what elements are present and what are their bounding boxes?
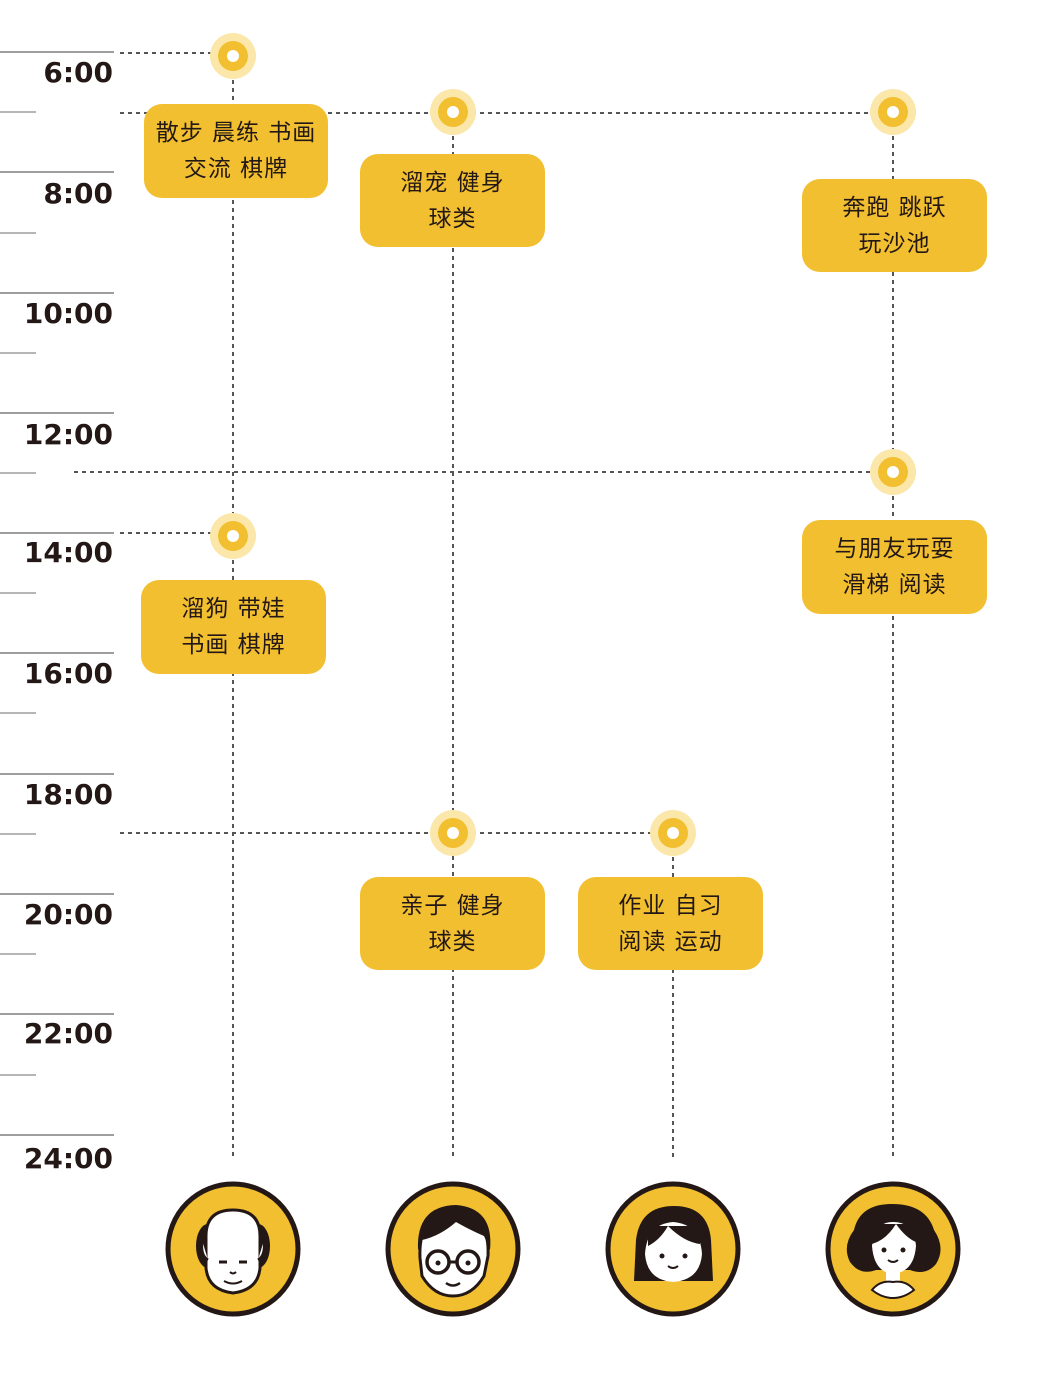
- woman-icon: [825, 1181, 961, 1317]
- elderly-man-icon: [165, 1181, 301, 1317]
- girl-icon: [605, 1181, 741, 1317]
- man-with-glasses-icon: [385, 1181, 521, 1317]
- avatars: [165, 1181, 961, 1317]
- timeline-diagram: 6:00 8:00 10:00 12:00 14:00 16:00 18:00 …: [0, 0, 1043, 1375]
